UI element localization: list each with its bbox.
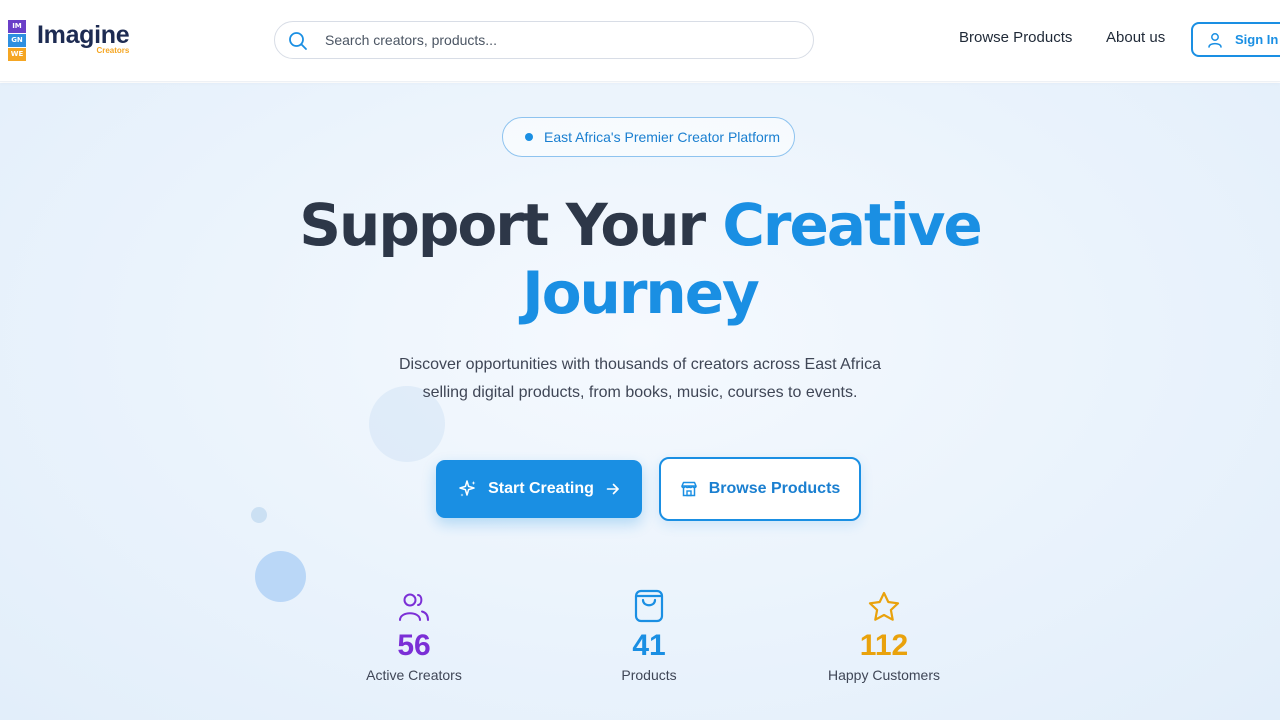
stat-label: Products xyxy=(621,667,677,683)
platform-badge: East Africa's Premier Creator Platform xyxy=(502,117,795,157)
brand-logo[interactable]: IM GN WE Imagine Creators xyxy=(8,20,130,62)
stat-active-creators: 56 Active Creators xyxy=(324,587,504,683)
arrow-right-icon xyxy=(606,483,619,495)
sign-in-label: Sign In xyxy=(1235,32,1279,47)
stat-products: 41 Products xyxy=(559,587,739,683)
users-icon xyxy=(399,593,429,621)
shopping-bag-icon xyxy=(634,589,664,623)
nav-browse-products-link[interactable]: Browse Products xyxy=(959,29,1072,46)
badge-text: East Africa's Premier Creator Platform xyxy=(544,129,781,145)
stat-value: 112 xyxy=(859,629,909,662)
stat-value: 56 xyxy=(397,629,431,662)
star-icon xyxy=(868,591,900,621)
store-icon xyxy=(680,481,697,497)
search-bar xyxy=(274,21,814,59)
search-input[interactable] xyxy=(325,22,795,58)
browse-products-label: Browse Products xyxy=(708,480,841,497)
hero-headline: Support Your Creative Journey xyxy=(0,191,1280,327)
headline-highlight-text: Creative xyxy=(722,191,982,259)
badge-dot-icon xyxy=(525,133,533,141)
sign-in-button[interactable]: Sign In xyxy=(1191,22,1280,57)
hero-section: East Africa's Premier Creator Platform S… xyxy=(0,83,1280,720)
stat-happy-customers: 112 Happy Customers xyxy=(794,587,974,683)
decorative-circle xyxy=(251,507,267,523)
logo-mark-icon: IM GN WE xyxy=(8,20,26,62)
stat-label: Active Creators xyxy=(366,667,462,683)
browse-products-button[interactable]: Browse Products xyxy=(659,457,861,521)
brand-name: Imagine xyxy=(37,21,130,49)
start-creating-button[interactable]: Start Creating xyxy=(436,460,642,518)
user-icon xyxy=(1208,32,1222,48)
nav-about-us-link[interactable]: About us xyxy=(1106,29,1165,46)
decorative-circle xyxy=(255,551,306,602)
hero-subtitle: Discover opportunities with thousands of… xyxy=(399,356,881,401)
search-icon[interactable] xyxy=(288,31,308,51)
headline-dark-text: Support Your xyxy=(299,191,706,259)
stat-label: Happy Customers xyxy=(827,667,941,683)
start-creating-label: Start Creating xyxy=(488,480,594,497)
headline-highlight-text-2: Journey xyxy=(522,259,760,327)
stat-value: 41 xyxy=(632,629,666,662)
sparkles-icon xyxy=(459,480,476,497)
top-navbar: IM GN WE Imagine Creators Browse Product… xyxy=(0,0,1280,82)
